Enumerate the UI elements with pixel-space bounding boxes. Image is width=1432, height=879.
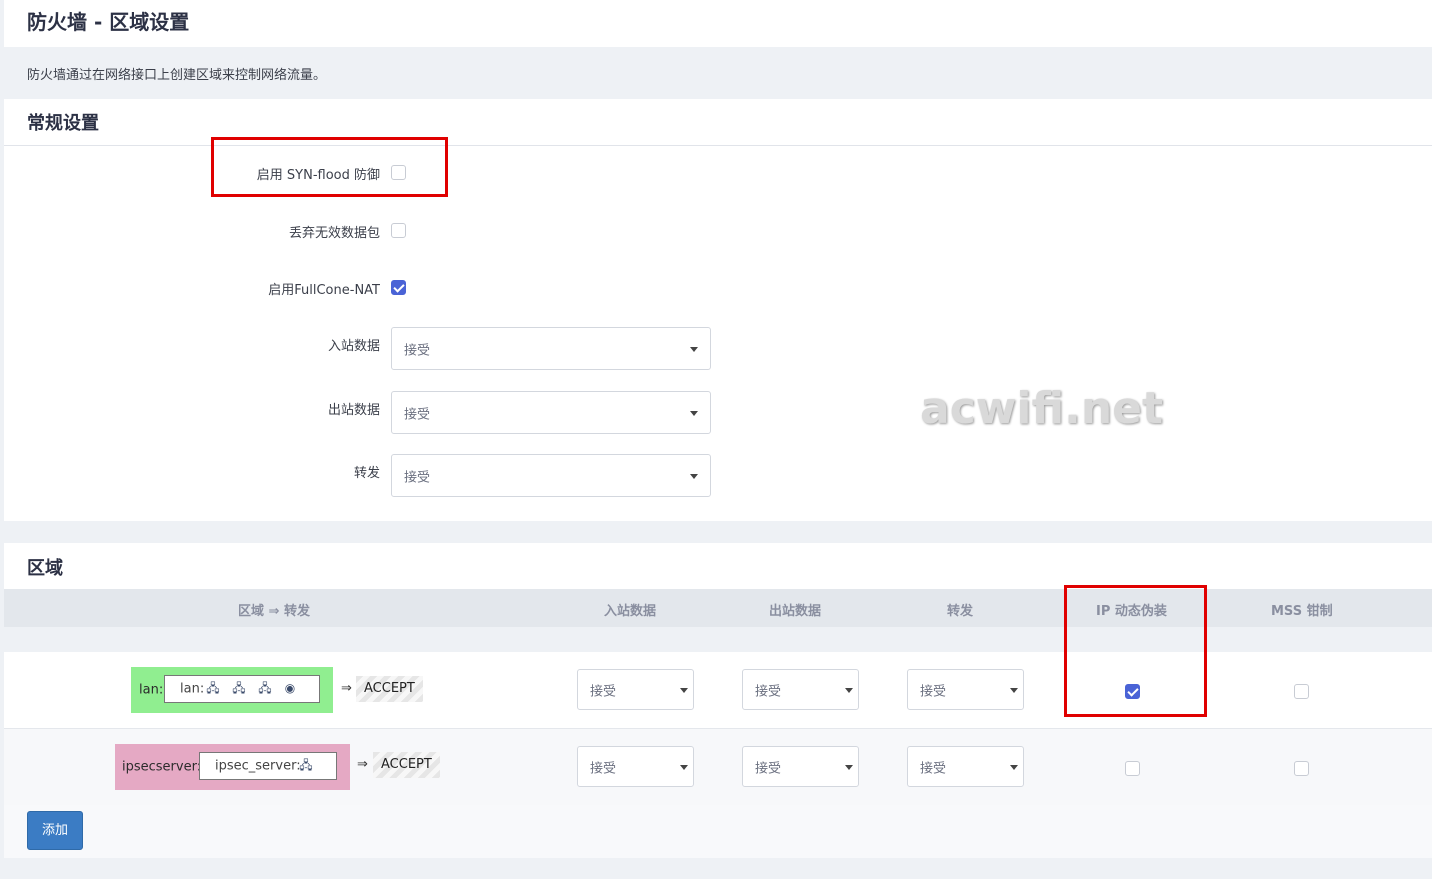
col-input: 入站数据 bbox=[604, 604, 657, 619]
zone-name: lan: bbox=[139, 682, 164, 698]
output-policy-value: 接受 bbox=[404, 407, 431, 422]
add-zone-button[interactable]: 添加 bbox=[27, 811, 83, 850]
zone-output-value: 接受 bbox=[755, 761, 782, 776]
col-zone-forward: 区域 ⇒ 转发 bbox=[238, 604, 310, 619]
input-policy-label: 入站数据 bbox=[327, 339, 380, 354]
col-mss-clamping: MSS 钳制 bbox=[1271, 604, 1333, 619]
highlight-box-masquerade bbox=[1064, 585, 1207, 717]
chevron-down-icon bbox=[845, 687, 853, 693]
chevron-down-icon bbox=[680, 764, 688, 770]
drop-invalid-label: 丢弃无效数据包 bbox=[288, 226, 380, 241]
chevron-down-icon bbox=[690, 473, 698, 479]
highlight-box-syn-flood bbox=[211, 137, 448, 197]
mss-clamping-checkbox[interactable] bbox=[1294, 684, 1309, 699]
chevron-down-icon bbox=[690, 410, 698, 416]
title-panel: 防火墙 - 区域设置 bbox=[4, 0, 1432, 47]
col-output: 出站数据 bbox=[769, 604, 822, 619]
chevron-down-icon bbox=[845, 764, 853, 770]
zone-forward-select[interactable]: 接受 bbox=[907, 746, 1024, 787]
zone-input-select[interactable]: 接受 bbox=[577, 669, 694, 710]
chevron-down-icon bbox=[690, 346, 698, 352]
zone-forward-select[interactable]: 接受 bbox=[907, 669, 1024, 710]
zone-interface-box: ipsec_server: 🖧 bbox=[199, 752, 337, 780]
table-row: lan: lan: 🖧 🖧 🖧 ◉ ⇒ ACCEPT 接受 接受 接受 bbox=[4, 652, 1432, 729]
fullcone-label: 启用FullCone-NAT bbox=[268, 283, 380, 298]
network-port-icon: 🖧 bbox=[232, 681, 246, 695]
drop-invalid-checkbox[interactable] bbox=[391, 223, 406, 238]
zone-output-select[interactable]: 接受 bbox=[742, 746, 859, 787]
zone-input-value: 接受 bbox=[590, 684, 617, 699]
zone-output-value: 接受 bbox=[755, 684, 782, 699]
watermark: acwifi.net bbox=[920, 383, 1164, 434]
output-policy-select[interactable]: 接受 bbox=[391, 391, 711, 434]
general-section-title: 常规设置 bbox=[27, 113, 99, 134]
zone-interface-box: lan: 🖧 🖧 🖧 ◉ bbox=[164, 675, 320, 703]
mss-clamping-checkbox[interactable] bbox=[1294, 761, 1309, 776]
chevron-down-icon bbox=[680, 687, 688, 693]
zone-badge-lan[interactable]: lan: lan: 🖧 🖧 🖧 ◉ bbox=[131, 667, 333, 713]
network-port-icon: 🖧 bbox=[299, 758, 313, 772]
forward-policy-value: 接受 bbox=[404, 470, 431, 485]
forward-arrow: ⇒ bbox=[341, 681, 352, 696]
zone-output-select[interactable]: 接受 bbox=[742, 669, 859, 710]
zones-section-title: 区域 bbox=[27, 558, 63, 579]
table-row: ipsecserver: ipsec_server: 🖧 ⇒ ACCEPT 接受… bbox=[4, 729, 1432, 805]
forward-target-badge: ACCEPT bbox=[356, 676, 423, 702]
forward-target-badge: ACCEPT bbox=[373, 752, 440, 778]
chevron-down-icon bbox=[1010, 764, 1018, 770]
wifi-icon: ◉ bbox=[284, 681, 296, 695]
forward-policy-label: 转发 bbox=[353, 466, 380, 481]
fullcone-checkbox[interactable] bbox=[391, 280, 406, 295]
forward-policy-select[interactable]: 接受 bbox=[391, 454, 711, 497]
zones-panel: 区域 区域 ⇒ 转发 入站数据 出站数据 转发 IP 动态伪装 MSS 钳制 l… bbox=[4, 543, 1432, 858]
input-policy-value: 接受 bbox=[404, 343, 431, 358]
zones-table-header: 区域 ⇒ 转发 入站数据 出站数据 转发 IP 动态伪装 MSS 钳制 bbox=[4, 589, 1432, 627]
chevron-down-icon bbox=[1010, 687, 1018, 693]
network-port-icon: 🖧 bbox=[206, 681, 220, 695]
interface-name: lan: bbox=[180, 681, 205, 697]
col-forward: 转发 bbox=[947, 604, 974, 619]
output-policy-label: 出站数据 bbox=[327, 403, 380, 418]
input-policy-select[interactable]: 接受 bbox=[391, 327, 711, 370]
zone-name: ipsecserver: bbox=[122, 759, 202, 775]
zone-input-select[interactable]: 接受 bbox=[577, 746, 694, 787]
forward-arrow: ⇒ bbox=[357, 757, 368, 772]
table-subheader bbox=[4, 627, 1432, 653]
page-title: 防火墙 - 区域设置 bbox=[27, 10, 190, 34]
zone-input-value: 接受 bbox=[590, 761, 617, 776]
zone-forward-value: 接受 bbox=[920, 684, 947, 699]
zones-header: 区域 bbox=[4, 543, 1432, 589]
masquerade-checkbox[interactable] bbox=[1125, 761, 1140, 776]
zone-badge-ipsecserver[interactable]: ipsecserver: ipsec_server: 🖧 bbox=[115, 744, 350, 790]
page-description: 防火墙通过在网络接口上创建区域来控制网络流量。 bbox=[27, 68, 327, 83]
interface-name: ipsec_server: bbox=[215, 758, 301, 774]
network-port-icon: 🖧 bbox=[258, 681, 272, 695]
zone-forward-value: 接受 bbox=[920, 761, 947, 776]
